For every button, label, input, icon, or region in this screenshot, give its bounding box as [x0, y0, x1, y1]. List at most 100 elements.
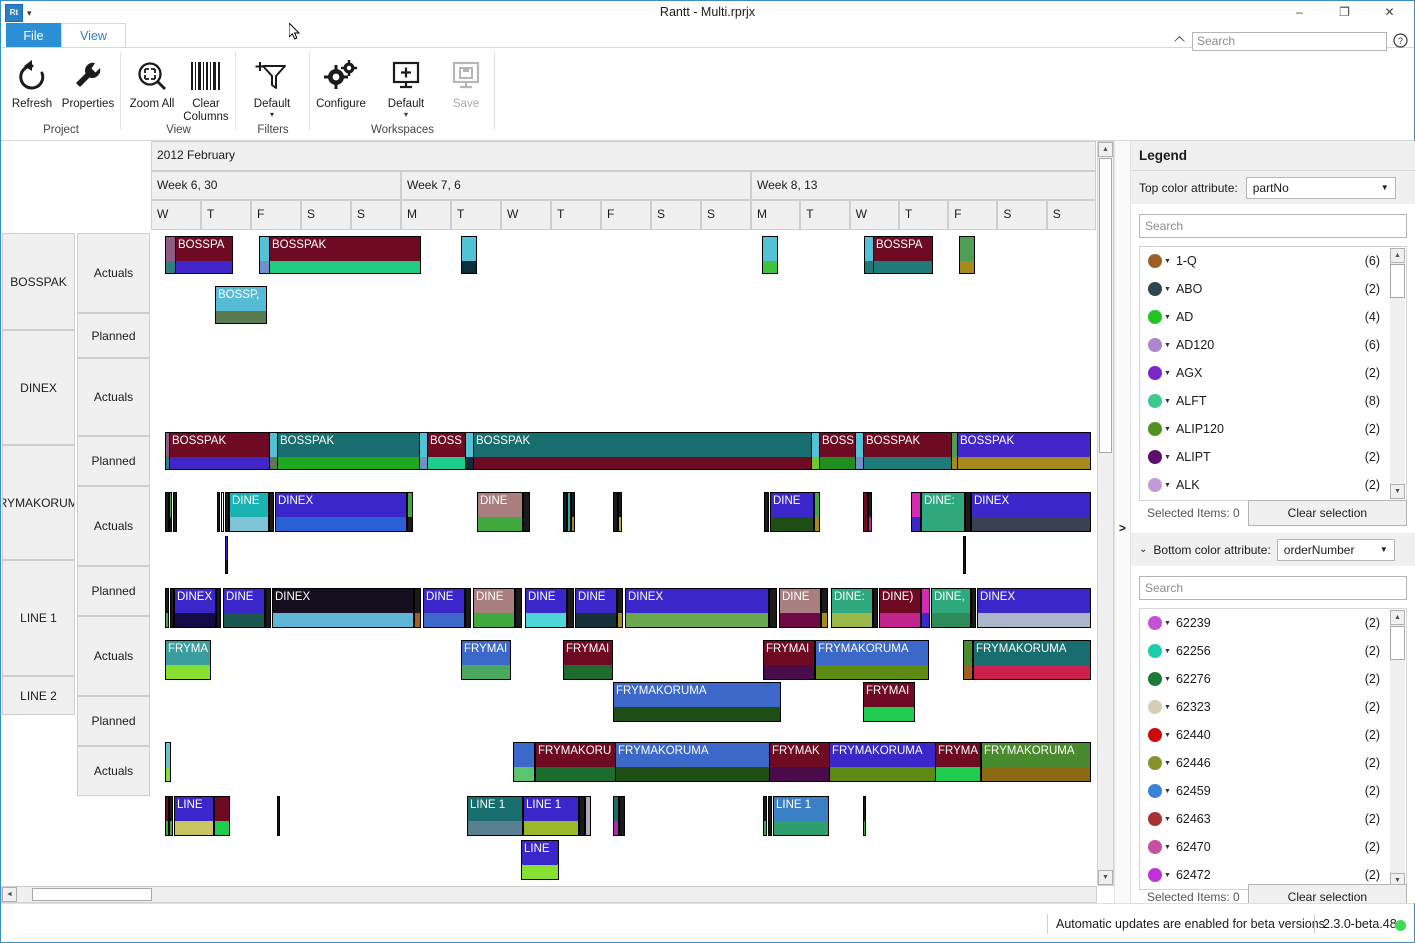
- maximize-button[interactable]: ❐: [1322, 1, 1367, 22]
- legend-color-swatch[interactable]: [1148, 254, 1162, 268]
- legend-color-swatch[interactable]: [1148, 644, 1162, 658]
- gantt-bar[interactable]: [461, 236, 477, 274]
- bottom-legend-scrollbar[interactable]: ▲ ▼: [1390, 610, 1405, 888]
- row-sub-frymakoruma-planned[interactable]: Planned: [77, 566, 150, 616]
- legend-color-swatch[interactable]: [1148, 282, 1162, 296]
- tab-file[interactable]: File: [6, 23, 61, 48]
- chevron-down-icon[interactable]: ▼: [1381, 183, 1389, 192]
- gantt-bar[interactable]: [513, 742, 535, 782]
- gantt-bar[interactable]: [618, 492, 622, 532]
- legend-color-swatch[interactable]: [1148, 310, 1162, 324]
- gantt-bar[interactable]: FRYMAKORUMA: [815, 640, 929, 680]
- legend-item[interactable]: ▼ ALFT (8): [1140, 387, 1406, 415]
- legend-color-swatch[interactable]: [1148, 784, 1162, 798]
- top-legend-search-input[interactable]: Search: [1139, 214, 1407, 238]
- top-legend-list[interactable]: ▼ 1-Q (6) ▼ ABO (2) ▼ AD (4) ▼ AD120 (6) ▼ AGX (2) ▼ ALF…: [1139, 246, 1407, 501]
- gantt-bar[interactable]: DINEX: [625, 588, 769, 628]
- row-sub-dinex-actuals[interactable]: Actuals: [77, 358, 150, 436]
- chevron-down-icon[interactable]: ▼: [1164, 648, 1171, 655]
- legend-color-swatch[interactable]: [1148, 366, 1162, 380]
- gantt-bar[interactable]: DINE): [879, 588, 921, 628]
- gantt-bar[interactable]: [762, 236, 778, 274]
- gantt-bar[interactable]: FRYMAKORUMA: [615, 742, 771, 782]
- chevron-down-icon[interactable]: ▼: [1164, 370, 1171, 377]
- expand-collapse-icon[interactable]: ⌄: [1139, 544, 1147, 555]
- home-icon[interactable]: [1173, 34, 1186, 50]
- chevron-down-icon[interactable]: ▼: [1164, 676, 1171, 683]
- legend-color-swatch[interactable]: [1148, 616, 1162, 630]
- gantt-bar[interactable]: [523, 492, 530, 532]
- gantt-bar[interactable]: DINE,: [931, 588, 971, 628]
- legend-item[interactable]: ▼ AD120 (6): [1140, 331, 1406, 359]
- workspaces-default-button[interactable]: Default ▾: [375, 53, 437, 119]
- scroll-left-button[interactable]: ◄: [2, 887, 17, 902]
- legend-color-swatch[interactable]: [1148, 756, 1162, 770]
- legend-color-swatch[interactable]: [1148, 812, 1162, 826]
- legend-color-swatch[interactable]: [1148, 478, 1162, 492]
- legend-item[interactable]: ▼ 62459 (2): [1140, 777, 1406, 805]
- gantt-bar[interactable]: [764, 492, 769, 532]
- search-input[interactable]: Search: [1192, 32, 1387, 51]
- clear-columns-button[interactable]: Clear Columns: [175, 53, 237, 124]
- chevron-down-icon[interactable]: ▼: [1164, 816, 1171, 823]
- gantt-bar[interactable]: [567, 588, 574, 628]
- row-group-dinex[interactable]: DINEX: [2, 330, 75, 445]
- gantt-bar[interactable]: [277, 796, 280, 836]
- gantt-bar[interactable]: BOSSPAK: [863, 432, 955, 470]
- gantt-bar[interactable]: FRYMAI: [763, 640, 815, 680]
- collapse-panel-icon[interactable]: >: [1119, 521, 1126, 535]
- legend-item[interactable]: ▼ 62276 (2): [1140, 665, 1406, 693]
- gantt-bar[interactable]: LINE 1: [467, 796, 523, 836]
- gantt-bar[interactable]: DINE: [575, 588, 617, 628]
- row-group-bosspak[interactable]: BOSSPAK: [2, 233, 75, 330]
- gantt-bar[interactable]: BOSSPAK: [957, 432, 1091, 470]
- gantt-bar[interactable]: DINE: [223, 588, 265, 628]
- bottom-legend-list[interactable]: ▼ 62239 (2) ▼ 62256 (2) ▼ 62276 (2) ▼ 62323 (2) ▼ 624…: [1139, 608, 1407, 890]
- gantt-bar[interactable]: [407, 492, 413, 532]
- legend-color-swatch[interactable]: [1148, 840, 1162, 854]
- gantt-bar[interactable]: [515, 588, 522, 628]
- legend-item[interactable]: ▼ 62239 (2): [1140, 609, 1406, 637]
- gantt-bar[interactable]: [214, 796, 230, 836]
- gantt-bar[interactable]: DINEX: [971, 492, 1091, 532]
- legend-item[interactable]: ▼ ALK (2): [1140, 471, 1406, 499]
- gantt-bar[interactable]: DINE: [525, 588, 567, 628]
- gantt-bar[interactable]: DINE: [477, 492, 523, 532]
- configure-button[interactable]: Configure: [310, 53, 372, 111]
- gantt-bar[interactable]: [225, 536, 228, 574]
- legend-color-swatch[interactable]: [1148, 672, 1162, 686]
- gantt-bar[interactable]: [921, 588, 930, 628]
- panel-splitter[interactable]: >: [1114, 141, 1131, 903]
- legend-item[interactable]: ▼ 62323 (2): [1140, 693, 1406, 721]
- chevron-down-icon[interactable]: ▼: [1164, 398, 1171, 405]
- legend-item[interactable]: ▼ 62470 (2): [1140, 833, 1406, 861]
- scroll-down-button[interactable]: ▼: [1390, 484, 1405, 499]
- close-button[interactable]: ✕: [1367, 1, 1412, 22]
- scroll-up-button[interactable]: ▲: [1390, 610, 1405, 625]
- gantt-bar[interactable]: [165, 742, 171, 782]
- gantt-bar[interactable]: FRYMAI: [863, 682, 915, 722]
- gantt-bar[interactable]: [763, 796, 767, 836]
- gantt-bar[interactable]: BOSSPAK: [473, 432, 817, 470]
- gantt-bar[interactable]: [911, 492, 921, 532]
- gantt-bar[interactable]: DINE: [473, 588, 515, 628]
- chevron-down-icon[interactable]: ▼: [1164, 426, 1171, 433]
- gantt-bar[interactable]: [169, 492, 172, 532]
- legend-color-swatch[interactable]: [1148, 422, 1162, 436]
- gantt-bar[interactable]: FRYMAK: [769, 742, 831, 782]
- gantt-bar[interactable]: [165, 588, 169, 628]
- legend-color-swatch[interactable]: [1148, 338, 1162, 352]
- gantt-bar[interactable]: [971, 588, 976, 628]
- gantt-bar[interactable]: [571, 492, 575, 532]
- gantt-bar[interactable]: [619, 796, 625, 836]
- gantt-bar[interactable]: [169, 796, 173, 836]
- bottom-color-attribute-select[interactable]: orderNumber ▼: [1276, 538, 1395, 561]
- chevron-down-icon[interactable]: ▾: [375, 111, 437, 119]
- scroll-down-button[interactable]: ▼: [1098, 870, 1113, 885]
- chevron-down-icon[interactable]: ▼: [1164, 620, 1171, 627]
- help-icon[interactable]: ?: [1393, 32, 1408, 51]
- legend-item[interactable]: ▼ ALIP120 (2): [1140, 415, 1406, 443]
- gantt-bar[interactable]: [269, 492, 274, 532]
- gantt-bar[interactable]: DINEX: [977, 588, 1091, 628]
- legend-item[interactable]: ▼ AD (4): [1140, 303, 1406, 331]
